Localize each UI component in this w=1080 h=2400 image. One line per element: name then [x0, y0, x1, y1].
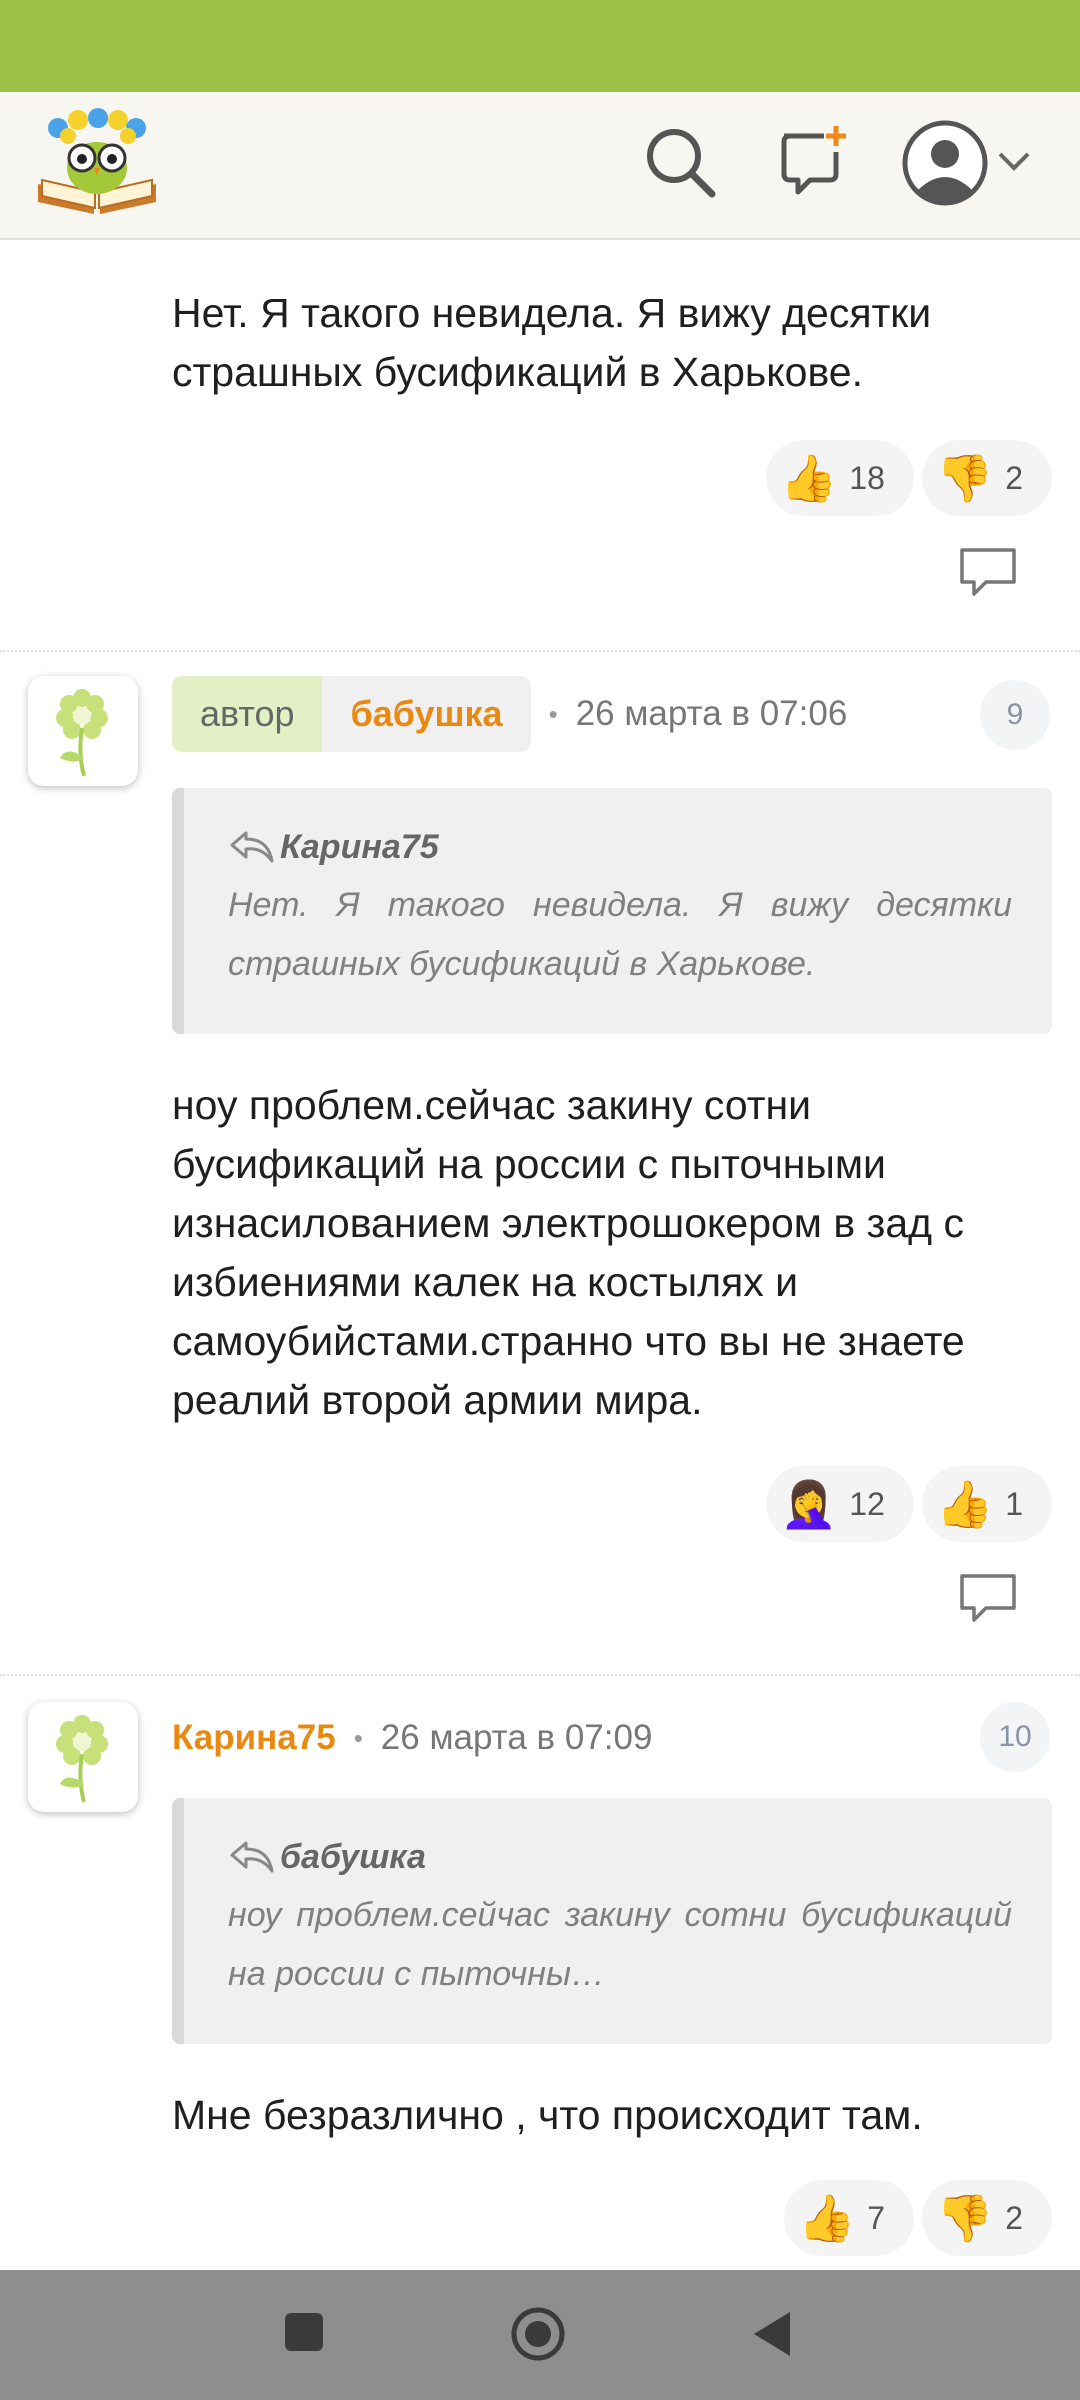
status-bar	[0, 0, 1080, 92]
reaction-like-button[interactable]: 👍 18	[766, 440, 914, 516]
comment-divider	[0, 650, 1080, 652]
back-icon[interactable]	[752, 2310, 792, 2358]
thumbs-down-icon: 👎	[936, 2192, 994, 2244]
author-label: автор	[172, 676, 323, 752]
search-icon[interactable]	[640, 122, 720, 202]
quote-author-row: бабушка	[228, 1832, 1012, 1882]
reaction-dislike-button[interactable]: 👎 2	[922, 2180, 1052, 2256]
recent-apps-icon[interactable]	[284, 2312, 324, 2352]
reaction-dislike-button[interactable]: 👎 2	[922, 440, 1052, 516]
quote-block: бабушка ноу проблем.сейчас закину сотни …	[172, 1798, 1052, 2044]
thumbs-up-icon: 👍	[798, 2192, 856, 2244]
facepalm-icon: 🤦‍♀️	[780, 1478, 838, 1530]
quote-block: Карина75 Нет. Я такого невидела. Я вижу …	[172, 788, 1052, 1034]
username[interactable]: Карина75	[172, 1718, 336, 1758]
quote-text: Нет. Я такого невидела. Я вижу десятки с…	[228, 886, 1012, 983]
comment-text: Мне безразлично , что происходит там.	[172, 2092, 923, 2138]
home-icon[interactable]	[510, 2306, 566, 2362]
reaction-like-button[interactable]: 👍 1	[922, 1466, 1052, 1542]
reaction-count: 7	[867, 2199, 886, 2236]
reaction-facepalm-button[interactable]: 🤦‍♀️ 12	[766, 1466, 914, 1542]
app-header	[0, 92, 1080, 240]
reaction-count: 1	[1005, 1485, 1024, 1522]
chevron-down-icon[interactable]	[994, 142, 1034, 182]
comment-date[interactable]: 26 марта в 07:06	[576, 694, 848, 734]
thumbs-up-icon: 👍	[780, 452, 838, 504]
avatar[interactable]	[28, 1702, 138, 1812]
quote-author: бабушка	[280, 1837, 426, 1876]
comment-number[interactable]: 9	[980, 680, 1050, 750]
reaction-count: 18	[849, 459, 885, 496]
reaction-count: 2	[1005, 459, 1024, 496]
quote-author-row: Карина75	[228, 822, 1012, 872]
quote-text: ноу проблем.сейчас закину сотни бусифика…	[228, 1896, 1012, 1993]
reply-icon[interactable]	[956, 1570, 1020, 1626]
comment-divider	[0, 1674, 1080, 1676]
author-badge[interactable]: автор бабушка	[172, 676, 531, 752]
reply-arrow-icon	[230, 1841, 274, 1873]
reaction-count: 12	[849, 1485, 885, 1522]
username[interactable]: бабушка	[322, 676, 531, 752]
comment-meta: Карина75 • 26 марта в 07:09	[172, 1700, 652, 1776]
new-message-icon[interactable]	[774, 122, 854, 202]
separator-dot: •	[353, 1722, 363, 1753]
comment-text: Нет. Я такого невидела. Я вижу десятки с…	[172, 290, 932, 395]
comment-text: ноу проблем.сейчас закину сотни бусифика…	[172, 1082, 965, 1423]
separator-dot: •	[548, 698, 558, 729]
reaction-count: 2	[1005, 2199, 1024, 2236]
comment-date[interactable]: 26 марта в 07:09	[381, 1718, 653, 1758]
thumbs-down-icon: 👎	[936, 452, 994, 504]
reply-icon[interactable]	[956, 544, 1020, 600]
thumbs-up-icon: 👍	[936, 1478, 994, 1530]
owl-on-book-logo[interactable]	[32, 106, 162, 216]
comment-meta: автор бабушка • 26 марта в 07:06	[172, 676, 847, 752]
user-avatar-icon[interactable]	[900, 118, 990, 208]
system-navigation-bar	[0, 2270, 1080, 2400]
comments-feed: Нет. Я такого невидела. Я вижу десятки с…	[0, 240, 1080, 2270]
quote-author: Карина75	[280, 827, 439, 866]
avatar[interactable]	[28, 676, 138, 786]
comment-number[interactable]: 10	[980, 1702, 1050, 1772]
reaction-like-button[interactable]: 👍 7	[784, 2180, 914, 2256]
reply-arrow-icon	[230, 831, 274, 863]
